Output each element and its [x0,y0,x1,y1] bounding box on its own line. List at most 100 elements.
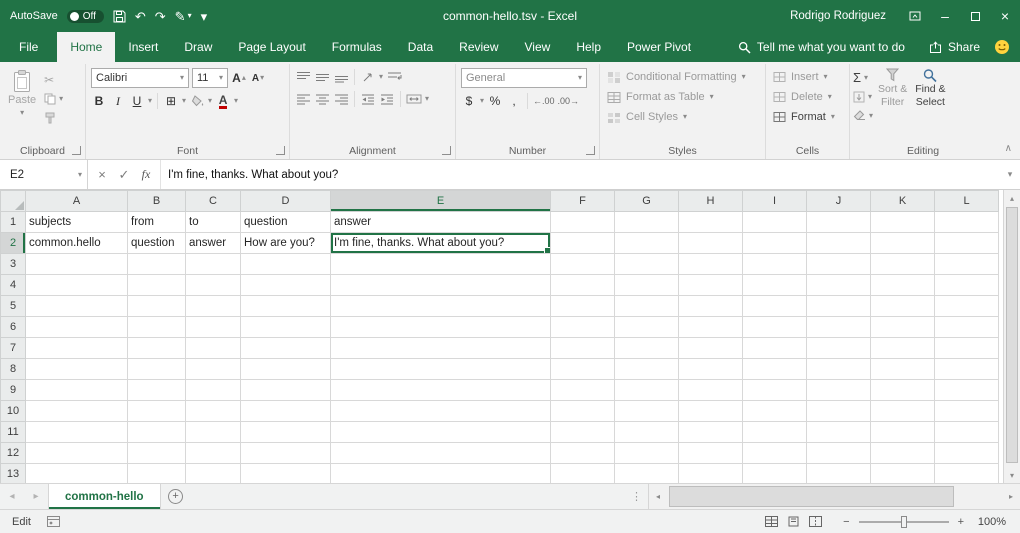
cell-H11[interactable] [679,422,743,443]
row-header-11[interactable]: 11 [1,422,26,443]
cell-H10[interactable] [679,401,743,422]
cell-J13[interactable] [807,464,871,484]
cell-B8[interactable] [128,359,186,380]
tab-formulas[interactable]: Formulas [319,32,395,62]
align-right-button[interactable] [333,90,349,108]
decrease-decimal-button[interactable]: .00→ [558,92,580,110]
cell-J3[interactable] [807,254,871,275]
insert-cells-button[interactable]: Insert ▾ [771,68,844,86]
cell-F3[interactable] [551,254,615,275]
conditional-formatting-button[interactable]: Conditional Formatting ▾ [605,68,760,86]
col-header-I[interactable]: I [743,191,807,212]
cell-B7[interactable] [128,338,186,359]
fill-button[interactable]: ▾ [853,89,873,104]
cell-B10[interactable] [128,401,186,422]
cell-F9[interactable] [551,380,615,401]
cell-H5[interactable] [679,296,743,317]
number-dialog-launcher-icon[interactable] [586,146,595,155]
cell-A8[interactable] [26,359,128,380]
format-cells-button[interactable]: Format ▾ [771,108,844,126]
cell-E12[interactable] [331,443,551,464]
cell-C4[interactable] [186,275,241,296]
cell-J11[interactable] [807,422,871,443]
tab-page-layout[interactable]: Page Layout [225,32,318,62]
increase-font-size-button[interactable]: A ▴ [231,69,247,87]
row-header-7[interactable]: 7 [1,338,26,359]
cell-F5[interactable] [551,296,615,317]
cell-G7[interactable] [615,338,679,359]
scroll-left-icon[interactable]: ◂ [649,484,667,509]
cell-L13[interactable] [935,464,999,484]
delete-cells-button[interactable]: Delete ▾ [771,88,844,106]
cell-J10[interactable] [807,401,871,422]
row-header-13[interactable]: 13 [1,464,26,484]
name-box[interactable]: E2 ▾ [0,160,88,189]
font-name-combo[interactable]: Calibri ▾ [91,68,189,88]
undo-icon[interactable]: ↶ [135,10,146,23]
align-top-button[interactable] [295,68,311,86]
col-header-F[interactable]: F [551,191,615,212]
cell-A4[interactable] [26,275,128,296]
cell-I4[interactable] [743,275,807,296]
col-header-E[interactable]: E [331,191,551,212]
cell-I10[interactable] [743,401,807,422]
scroll-right-icon[interactable]: ▸ [1002,484,1020,509]
font-color-button[interactable]: A [215,92,231,110]
sort-filter-button[interactable]: Sort & Filter [875,67,910,123]
col-header-K[interactable]: K [871,191,935,212]
maximize-button[interactable] [960,0,990,32]
cell-I13[interactable] [743,464,807,484]
cell-K8[interactable] [871,359,935,380]
font-size-combo[interactable]: 11 ▾ [192,68,228,88]
cell-B13[interactable] [128,464,186,484]
cell-H13[interactable] [679,464,743,484]
cell-F13[interactable] [551,464,615,484]
feedback-smiley-icon[interactable] [992,32,1020,62]
row-header-3[interactable]: 3 [1,254,26,275]
cell-I12[interactable] [743,443,807,464]
increase-indent-button[interactable] [379,90,395,108]
cell-A10[interactable] [26,401,128,422]
cell-B4[interactable] [128,275,186,296]
merge-center-button[interactable] [406,90,422,108]
account-name[interactable]: Rodrigo Rodriguez [790,10,886,22]
cell-K2[interactable] [871,233,935,254]
tab-review[interactable]: Review [446,32,511,62]
cell-F7[interactable] [551,338,615,359]
macro-recording-icon[interactable] [47,516,60,527]
cell-F12[interactable] [551,443,615,464]
tab-splitter-icon[interactable]: ⋮ [625,484,648,509]
decrease-font-size-button[interactable]: A ▾ [250,69,266,87]
tab-insert[interactable]: Insert [115,32,171,62]
col-header-H[interactable]: H [679,191,743,212]
horizontal-scrollbar[interactable]: ◂ ▸ [648,484,1020,509]
row-header-12[interactable]: 12 [1,443,26,464]
scroll-up-icon[interactable]: ▴ [1004,190,1020,206]
cell-G8[interactable] [615,359,679,380]
borders-button[interactable]: ⊞ [163,92,179,110]
new-sheet-button[interactable]: + [161,484,191,509]
row-header-2[interactable]: 2 [1,233,26,254]
cell-K4[interactable] [871,275,935,296]
cell-G5[interactable] [615,296,679,317]
cell-L6[interactable] [935,317,999,338]
cell-B2[interactable]: question [128,233,186,254]
autosave-toggle[interactable]: Off [67,10,104,23]
italic-button[interactable]: I [110,92,126,110]
format-painter-button[interactable] [44,110,63,125]
cell-C1[interactable]: to [186,212,241,233]
cell-styles-button[interactable]: Cell Styles ▾ [605,108,760,126]
format-as-table-button[interactable]: Format as Table ▾ [605,88,760,106]
cell-K10[interactable] [871,401,935,422]
align-middle-button[interactable] [314,68,330,86]
font-dialog-launcher-icon[interactable] [276,146,285,155]
align-left-button[interactable] [295,90,311,108]
cell-L8[interactable] [935,359,999,380]
cell-F4[interactable] [551,275,615,296]
cell-H7[interactable] [679,338,743,359]
cell-E2-active[interactable]: I'm fine, thanks. What about you? [331,233,551,254]
cell-B9[interactable] [128,380,186,401]
copy-button[interactable]: ▾ [44,91,63,106]
cell-K9[interactable] [871,380,935,401]
zoom-plus-button[interactable]: + [958,516,964,528]
